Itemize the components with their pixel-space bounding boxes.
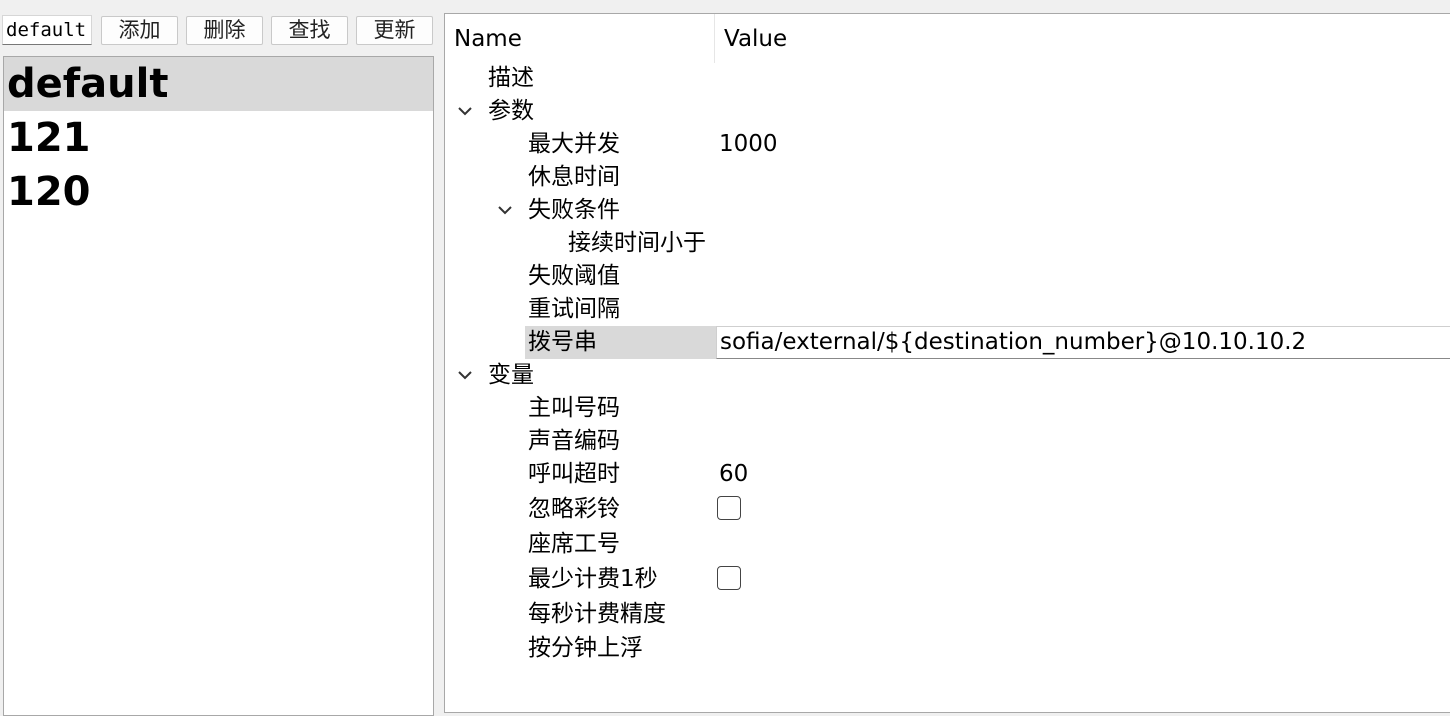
tree-row-duration-less-than[interactable]: 接续时间小于	[445, 227, 1450, 260]
tree-row-label: 休息时间	[528, 164, 620, 190]
tree-row-label: 呼叫超时	[528, 461, 620, 487]
tree-row-fail-threshold[interactable]: 失败阈值	[445, 260, 1450, 293]
tree-row-label: 失败阈值	[528, 263, 620, 289]
tree-row-label: 接续时间小于	[568, 230, 706, 256]
tree-row-retry-interval[interactable]: 重试间隔	[445, 293, 1450, 326]
tree-row-label: 声音编码	[528, 428, 620, 454]
chevron-down-icon[interactable]	[495, 194, 515, 227]
list-item[interactable]: default	[4, 57, 433, 111]
delete-button[interactable]: 删除	[186, 16, 263, 45]
find-button[interactable]: 查找	[271, 16, 348, 45]
tree-row-min-billing[interactable]: 最少计费1秒	[445, 563, 1450, 596]
tree-row-dial-string[interactable]: 拨号串 sofia/external/${destination_number}…	[445, 326, 1450, 359]
tree-row-caller-number[interactable]: 主叫号码	[445, 392, 1450, 425]
property-tree[interactable]: Name Value 描述 参数 最大并发 1000 休息时间 失败条件 接续时…	[444, 13, 1450, 713]
tree-row-agent-id[interactable]: 座席工号	[445, 528, 1450, 561]
tree-row-params[interactable]: 参数	[445, 95, 1450, 128]
add-button[interactable]: 添加	[101, 16, 178, 45]
min-billing-checkbox[interactable]	[717, 566, 741, 590]
tree-row-label: 参数	[488, 98, 534, 124]
tree-row-label: 最大并发	[528, 131, 620, 157]
tree-row-value[interactable]: 1000	[719, 128, 778, 161]
tree-row-label: 主叫号码	[528, 395, 620, 421]
tree-row-label: 拨号串	[528, 329, 597, 355]
tree-row-label: 按分钟上浮	[528, 635, 643, 661]
list-item[interactable]: 121	[4, 111, 433, 165]
tree-row-call-timeout[interactable]: 呼叫超时 60	[445, 458, 1450, 491]
tree-row-ignore-ringback[interactable]: 忽略彩铃	[445, 493, 1450, 526]
tree-row-label: 每秒计费精度	[528, 601, 666, 627]
chevron-down-icon[interactable]	[455, 95, 475, 128]
ignore-ringback-checkbox[interactable]	[717, 496, 741, 520]
tree-row-desc[interactable]: 描述	[445, 62, 1450, 95]
column-header-value[interactable]: Value	[715, 14, 1450, 63]
toolbar: 添加 删除 查找 更新	[0, 0, 440, 56]
tree-row-per-second-precision[interactable]: 每秒计费精度	[445, 598, 1450, 631]
tree-row-fail-condition[interactable]: 失败条件	[445, 194, 1450, 227]
name-input[interactable]	[2, 15, 92, 45]
update-button[interactable]: 更新	[356, 16, 433, 45]
gateway-list[interactable]: default 121 120	[3, 56, 434, 716]
tree-row-label: 重试间隔	[528, 296, 620, 322]
tree-row-round-up-minute[interactable]: 按分钟上浮	[445, 632, 1450, 665]
tree-row-label: 变量	[488, 362, 534, 388]
dial-string-editor[interactable]: sofia/external/${destination_number}@10.…	[716, 326, 1450, 359]
tree-row-label: 失败条件	[528, 197, 620, 223]
tree-row-label: 最少计费1秒	[528, 566, 658, 592]
tree-row-variables[interactable]: 变量	[445, 359, 1450, 392]
list-item[interactable]: 120	[4, 165, 433, 219]
tree-row-audio-codec[interactable]: 声音编码	[445, 425, 1450, 458]
tree-row-label: 座席工号	[528, 531, 620, 557]
tree-header: Name Value	[445, 14, 1450, 63]
chevron-down-icon[interactable]	[455, 359, 475, 392]
tree-row-label: 描述	[488, 65, 534, 91]
tree-row-rest-time[interactable]: 休息时间	[445, 161, 1450, 194]
tree-row-max-concurrency[interactable]: 最大并发 1000	[445, 128, 1450, 161]
column-header-name[interactable]: Name	[445, 14, 715, 63]
tree-row-value[interactable]: 60	[719, 458, 748, 491]
tree-row-label: 忽略彩铃	[528, 496, 620, 522]
